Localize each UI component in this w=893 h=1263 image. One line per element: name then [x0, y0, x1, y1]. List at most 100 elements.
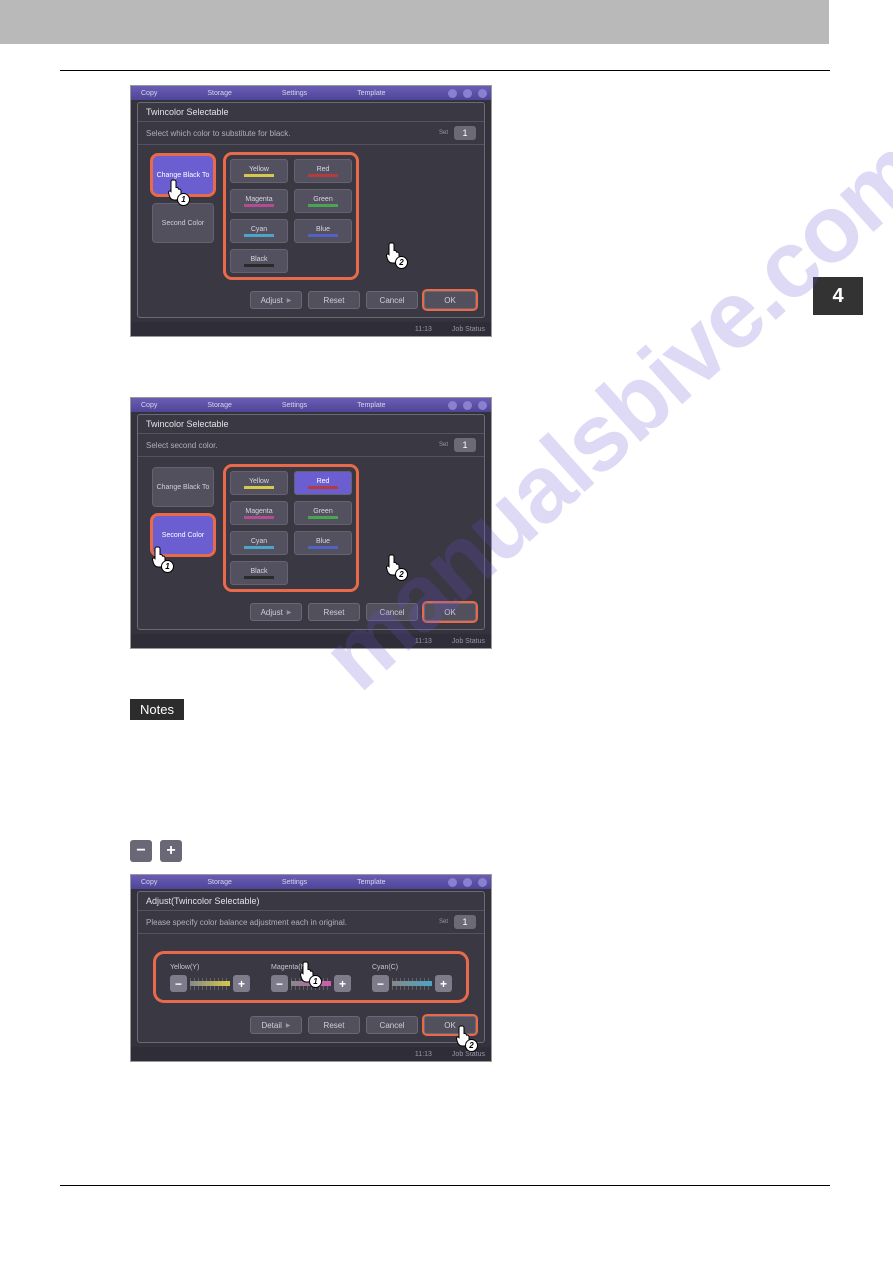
time-label: 11:13	[415, 326, 432, 333]
color-label: Blue	[316, 538, 330, 545]
color-swatch	[244, 576, 274, 579]
callout-hand-2: 2	[384, 241, 404, 265]
balance-label: Yellow(Y)	[170, 964, 250, 971]
reset-button[interactable]: Reset	[308, 291, 360, 309]
color-option-red[interactable]: Red	[294, 471, 352, 495]
ok-button[interactable]: OK	[424, 603, 476, 621]
color-swatch	[308, 174, 338, 177]
color-swatch	[244, 516, 274, 519]
color-swatch	[308, 546, 338, 549]
set-count: 1	[454, 126, 476, 140]
color-option-blue[interactable]: Blue	[294, 219, 352, 243]
color-swatch	[244, 204, 274, 207]
tab-template[interactable]: Template	[357, 402, 385, 409]
color-option-magenta[interactable]: Magenta	[230, 189, 288, 213]
second-color-button[interactable]: Second Color	[152, 203, 214, 243]
time-label: 11:13	[415, 638, 432, 645]
device-tabs: Copy Storage Settings Template	[131, 398, 491, 412]
func-icon[interactable]	[463, 89, 472, 98]
device-statusbar: 11:13 Job Status	[131, 322, 491, 336]
home-icon[interactable]	[448, 401, 457, 410]
color-option-blue[interactable]: Blue	[294, 531, 352, 555]
balance-scale	[392, 978, 432, 990]
balance-yellow: Yellow(Y) − +	[170, 964, 250, 992]
job-status-label[interactable]: Job Status	[452, 326, 485, 333]
color-option-cyan[interactable]: Cyan	[230, 531, 288, 555]
minus-button[interactable]: −	[170, 975, 187, 992]
dialog-footer: Adjust▶ Reset Cancel OK	[138, 285, 484, 317]
color-option-green[interactable]: Green	[294, 189, 352, 213]
change-black-to-button[interactable]: Change Black To	[152, 467, 214, 507]
help-icon[interactable]	[478, 89, 487, 98]
adjust-label: Adjust	[261, 296, 283, 305]
color-swatch	[308, 234, 338, 237]
color-option-red[interactable]: Red	[294, 159, 352, 183]
tab-storage[interactable]: Storage	[207, 90, 232, 97]
color-swatch	[244, 546, 274, 549]
tab-copy[interactable]: Copy	[141, 402, 157, 409]
dialog-sub-text: Select which color to substitute for bla…	[146, 129, 291, 138]
reset-button[interactable]: Reset	[308, 1016, 360, 1034]
tab-settings[interactable]: Settings	[282, 402, 307, 409]
job-status-label[interactable]: Job Status	[452, 638, 485, 645]
color-option-magenta[interactable]: Magenta	[230, 501, 288, 525]
cancel-button[interactable]: Cancel	[366, 1016, 418, 1034]
balance-control: −+	[372, 975, 452, 992]
ok-button[interactable]: OK	[424, 291, 476, 309]
help-icon[interactable]	[478, 878, 487, 887]
color-option-black[interactable]: Black	[230, 249, 288, 273]
inline-plus-button[interactable]: +	[160, 840, 182, 862]
color-option-green[interactable]: Green	[294, 501, 352, 525]
color-option-cyan[interactable]: Cyan	[230, 219, 288, 243]
dialog-subtitle: Select which color to substitute for bla…	[138, 122, 484, 145]
tab-template[interactable]: Template	[357, 90, 385, 97]
color-option-yellow[interactable]: Yellow	[230, 159, 288, 183]
help-icon[interactable]	[478, 401, 487, 410]
dialog-subtitle: Please specify color balance adjustment …	[138, 911, 484, 934]
balance-scale	[190, 978, 230, 990]
set-label: Set	[439, 919, 448, 925]
detail-button[interactable]: Detail▶	[250, 1016, 302, 1034]
tab-storage[interactable]: Storage	[207, 402, 232, 409]
tab-copy[interactable]: Copy	[141, 879, 157, 886]
device-screenshot-1: Copy Storage Settings Template Twincolor…	[130, 85, 492, 337]
callout-hand-1: 1	[298, 960, 318, 984]
bottom-divider	[60, 1185, 830, 1186]
color-label: Red	[317, 478, 330, 485]
tab-settings[interactable]: Settings	[282, 90, 307, 97]
color-option-black[interactable]: Black	[230, 561, 288, 585]
home-icon[interactable]	[448, 878, 457, 887]
tab-storage[interactable]: Storage	[207, 879, 232, 886]
minus-button[interactable]: −	[271, 975, 288, 992]
adjust-button[interactable]: Adjust▶	[250, 291, 302, 309]
color-swatch	[308, 204, 338, 207]
plus-button[interactable]: +	[233, 975, 250, 992]
color-grid: Yellow Red Magenta GreenCyanBlueBlack	[226, 155, 356, 277]
tab-template[interactable]: Template	[357, 879, 385, 886]
device-screenshot-3: Copy Storage Settings Template Adjust(Tw…	[130, 874, 492, 1062]
color-swatch	[308, 486, 338, 489]
inline-minus-button[interactable]: −	[130, 840, 152, 862]
func-icon[interactable]	[463, 401, 472, 410]
dialog-title: Adjust(Twincolor Selectable)	[138, 892, 484, 911]
inline-plus-minus: − +	[130, 840, 182, 862]
color-option-yellow[interactable]: Yellow	[230, 471, 288, 495]
tab-copy[interactable]: Copy	[141, 90, 157, 97]
minus-button[interactable]: −	[372, 975, 389, 992]
plus-button[interactable]: +	[435, 975, 452, 992]
dialog-title: Twincolor Selectable	[138, 103, 484, 122]
cancel-button[interactable]: Cancel	[366, 291, 418, 309]
plus-button[interactable]: +	[334, 975, 351, 992]
cancel-button[interactable]: Cancel	[366, 603, 418, 621]
func-icon[interactable]	[463, 878, 472, 887]
color-label: Magenta	[245, 196, 272, 203]
color-label: Yellow	[249, 166, 269, 173]
device-screenshot-2: Copy Storage Settings Template Twincolor…	[130, 397, 492, 649]
reset-button[interactable]: Reset	[308, 603, 360, 621]
adjust-button[interactable]: Adjust▶	[250, 603, 302, 621]
tab-settings[interactable]: Settings	[282, 879, 307, 886]
color-label: Cyan	[251, 538, 267, 545]
set-count: 1	[454, 915, 476, 929]
color-label: Yellow	[249, 478, 269, 485]
home-icon[interactable]	[448, 89, 457, 98]
